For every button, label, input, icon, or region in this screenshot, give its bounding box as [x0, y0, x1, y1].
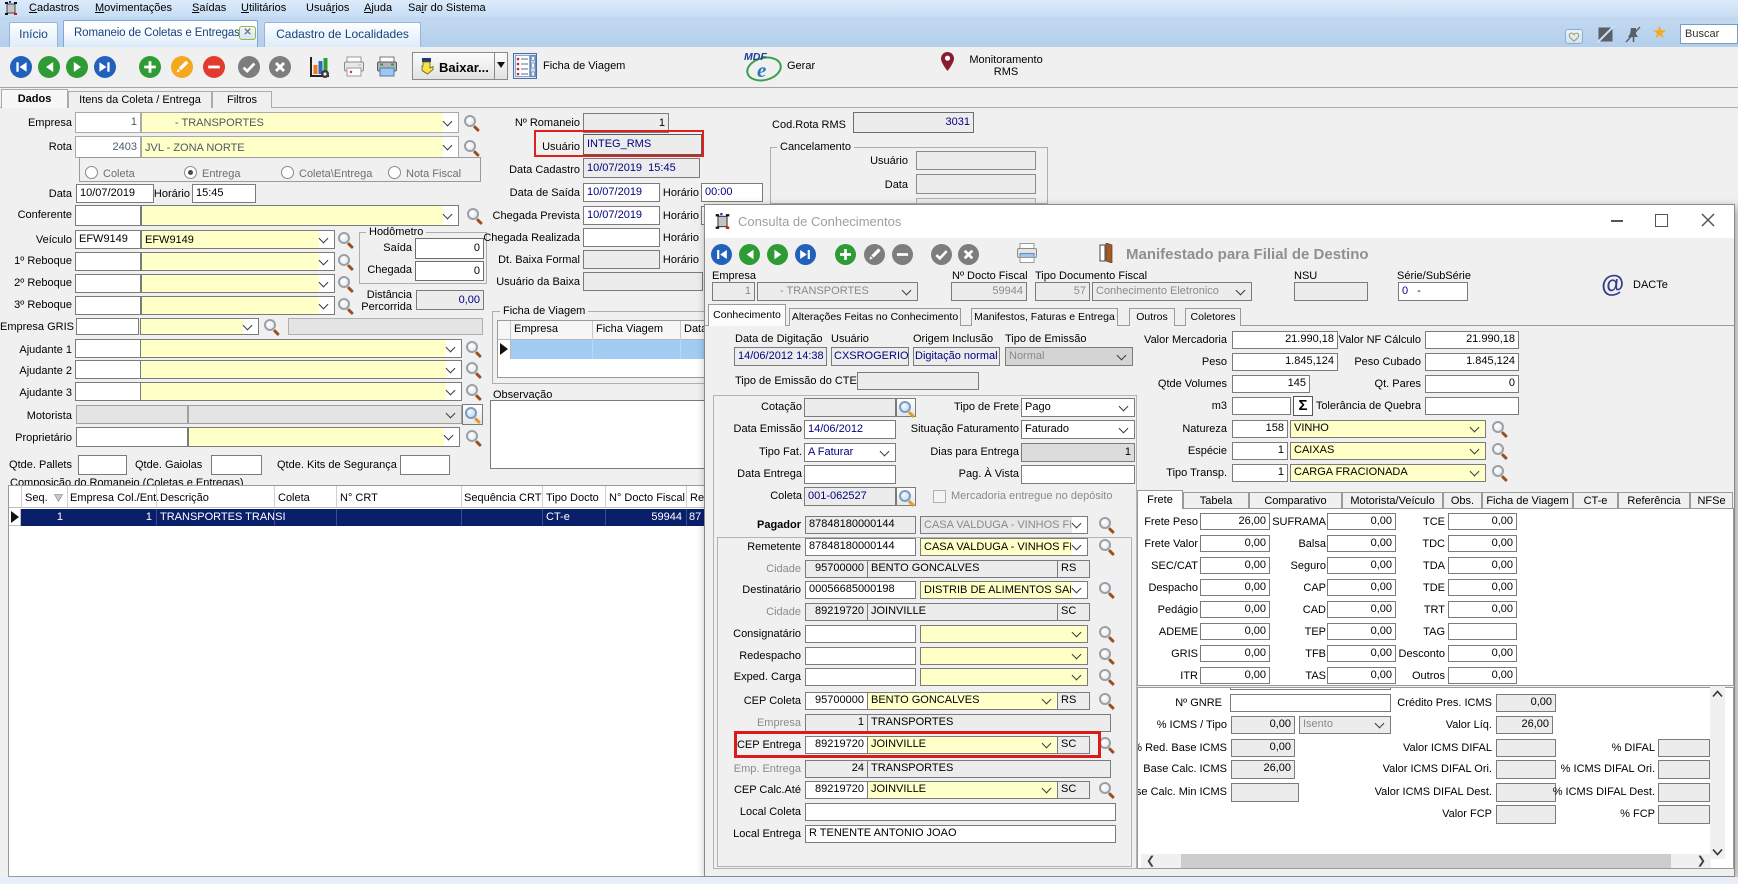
svg-text:e: e — [757, 58, 766, 82]
